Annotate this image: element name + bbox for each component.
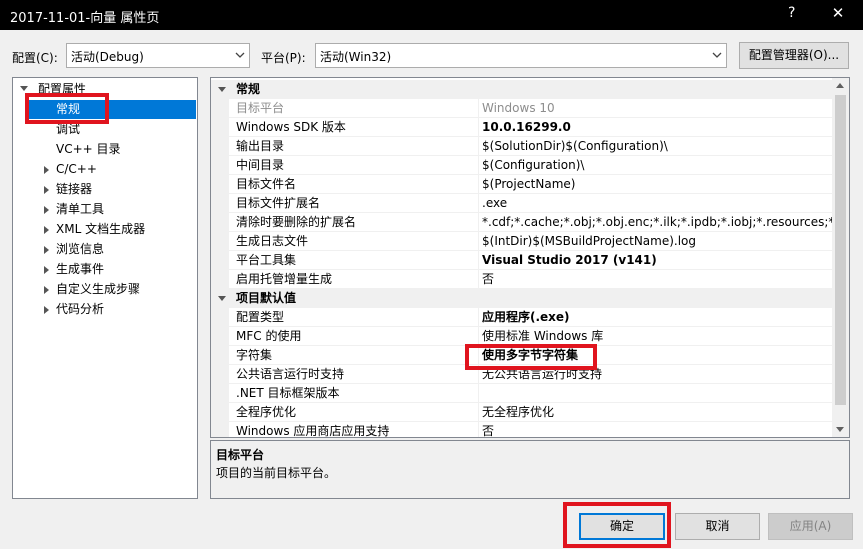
vertical-scrollbar[interactable] [832, 78, 849, 437]
cancel-button[interactable]: 取消 [675, 513, 760, 540]
category-label: 项目默认值 [236, 291, 297, 305]
property-value: $(Configuration)\ [482, 158, 585, 172]
property-value: Visual Studio 2017 (v141) [482, 253, 657, 267]
property-value: 否 [482, 272, 495, 286]
scroll-up-icon[interactable] [836, 83, 844, 88]
property-name: .NET 目标框架版本 [236, 386, 340, 400]
config-combo[interactable]: 活动(Debug) [66, 43, 250, 68]
help-button[interactable]: ? [788, 5, 795, 21]
scroll-down-icon[interactable] [836, 427, 844, 432]
property-value: 否 [482, 424, 495, 437]
property-name: 目标平台 [236, 101, 285, 115]
collapse-triangle-icon[interactable] [218, 296, 226, 301]
collapse-triangle-icon[interactable] [218, 87, 226, 92]
property-name: Windows SDK 版本 [236, 120, 346, 134]
property-name: 平台工具集 [236, 253, 297, 267]
scroll-thumb[interactable] [835, 95, 846, 405]
grid-row[interactable]: 清除时要删除的扩展名 *.cdf;*.cache;*.obj;*.obj.enc;… [211, 213, 832, 232]
grid-row[interactable]: 配置类型 应用程序(.exe) [211, 308, 832, 327]
property-name: 目标文件扩展名 [236, 196, 321, 210]
grid-row[interactable]: 全程序优化 无全程序优化 [211, 403, 832, 422]
tree-item-linker[interactable]: 链接器 [56, 180, 92, 199]
description-title: 目标平台 [216, 448, 265, 462]
expand-triangle-icon[interactable] [44, 166, 49, 174]
property-name: 中间目录 [236, 158, 285, 172]
platform-label: 平台(P): [261, 51, 306, 65]
property-value: $(SolutionDir)$(Configuration)\ [482, 139, 668, 153]
collapse-triangle-icon[interactable] [20, 86, 28, 91]
expand-triangle-icon[interactable] [44, 206, 49, 214]
tree-item-custom-build[interactable]: 自定义生成步骤 [56, 280, 140, 299]
property-value: 无全程序优化 [482, 405, 555, 419]
expand-triangle-icon[interactable] [44, 186, 49, 194]
highlight-box-general [25, 93, 109, 124]
tree-item-manifest-tool[interactable]: 清单工具 [56, 200, 104, 219]
expand-triangle-icon[interactable] [44, 286, 49, 294]
property-name: 生成日志文件 [236, 234, 309, 248]
close-button[interactable]: ✕ [829, 4, 847, 24]
platform-value: 活动(Win32) [320, 50, 392, 64]
property-name: MFC 的使用 [236, 329, 302, 343]
grid-row[interactable]: 中间目录 $(Configuration)\ [211, 156, 832, 175]
property-value: $(ProjectName) [482, 177, 576, 191]
highlight-box-charset [465, 344, 597, 370]
grid-row[interactable]: 目标文件名 $(ProjectName) [211, 175, 832, 194]
apply-button[interactable]: 应用(A) [768, 513, 853, 540]
property-name: 配置类型 [236, 310, 285, 324]
property-value: $(IntDir)$(MSBuildProjectName).log [482, 234, 697, 248]
category-project-defaults[interactable]: 项目默认值 [211, 289, 832, 308]
expand-triangle-icon[interactable] [44, 226, 49, 234]
platform-combo[interactable]: 活动(Win32) [315, 43, 727, 68]
grid-row[interactable]: 目标平台 Windows 10 [211, 99, 832, 118]
property-grid: 常规 目标平台 Windows 10 Windows SDK 版本 10.0.162… [210, 77, 850, 438]
grid-row[interactable]: .NET 目标框架版本 [211, 384, 832, 403]
chevron-down-icon [235, 52, 245, 58]
tree-item-browse-info[interactable]: 浏览信息 [56, 240, 104, 259]
grid-row[interactable]: Windows 应用商店应用支持 否 [211, 422, 832, 437]
grid-row[interactable]: Windows SDK 版本 10.0.16299.0 [211, 118, 832, 137]
window-title: 2017-11-01-向量 属性页 [10, 11, 160, 26]
property-name: 清除时要删除的扩展名 [236, 215, 357, 229]
title-bar: 2017-11-01-向量 属性页 ? ✕ [0, 0, 863, 30]
property-value: 10.0.16299.0 [482, 120, 571, 134]
property-value: .exe [482, 196, 508, 210]
tree-item-build-events[interactable]: 生成事件 [56, 260, 104, 279]
config-label: 配置(C): [12, 51, 58, 65]
expand-triangle-icon[interactable] [44, 246, 49, 254]
property-name: 全程序优化 [236, 405, 297, 419]
property-value: 使用标准 Windows 库 [482, 329, 604, 343]
grid-row[interactable]: 平台工具集 Visual Studio 2017 (v141) [211, 251, 832, 270]
description-pane: 目标平台 项目的当前目标平台。 [210, 440, 850, 499]
property-tree: 配置属性 常规 调试 VC++ 目录 C/C++ 链接器 清单工具 XML 文档… [12, 77, 198, 499]
tree-item-xml-doc[interactable]: XML 文档生成器 [56, 220, 145, 239]
grid-row[interactable]: 输出目录 $(SolutionDir)$(Configuration)\ [211, 137, 832, 156]
highlight-box-ok [563, 502, 671, 548]
property-value: *.cdf;*.cache;*.obj;*.obj.enc;*.ilk;*.ip… [482, 215, 832, 229]
expand-triangle-icon[interactable] [44, 306, 49, 314]
grid-row[interactable]: 启用托管增量生成 否 [211, 270, 832, 289]
property-name: Windows 应用商店应用支持 [236, 424, 390, 437]
config-value: 活动(Debug) [71, 50, 144, 64]
tree-item-cpp[interactable]: C/C++ [56, 160, 97, 179]
property-name: 公共语言运行时支持 [236, 367, 345, 381]
grid-row[interactable]: 生成日志文件 $(IntDir)$(MSBuildProjectName).log [211, 232, 832, 251]
chevron-down-icon [712, 52, 722, 58]
expand-triangle-icon[interactable] [44, 266, 49, 274]
tree-item-code-analysis[interactable]: 代码分析 [56, 300, 104, 319]
property-name: 启用托管增量生成 [236, 272, 333, 286]
property-name: 输出目录 [236, 139, 285, 153]
category-general[interactable]: 常规 [211, 80, 832, 99]
property-name: 目标文件名 [236, 177, 297, 191]
category-label: 常规 [236, 82, 261, 96]
property-value: Windows 10 [482, 101, 555, 115]
property-name: 字符集 [236, 348, 273, 362]
grid-row[interactable]: 目标文件扩展名 .exe [211, 194, 832, 213]
config-manager-button[interactable]: 配置管理器(O)... [739, 42, 849, 69]
description-text: 项目的当前目标平台。 [216, 466, 337, 480]
tree-item-vc-directories[interactable]: VC++ 目录 [56, 140, 121, 159]
property-value: 应用程序(.exe) [482, 310, 570, 324]
